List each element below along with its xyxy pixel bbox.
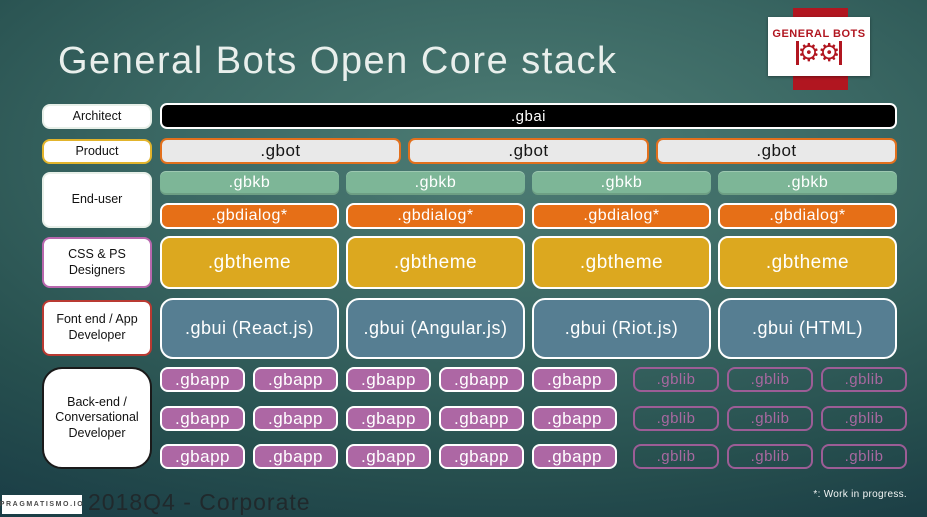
gbapp-block: .gbapp [346, 406, 431, 431]
gbot-block: .gbot [656, 138, 897, 164]
label-product: Product [42, 139, 152, 164]
row-backend-2: .gbapp .gbapp .gbapp .gbapp .gbapp .gblib .gb… [160, 406, 907, 431]
label-frontend-app-developer: Font end / App Developer [42, 300, 152, 356]
gblib-block: .gblib [633, 406, 719, 431]
gbdialog-block: .gbdialog* [160, 203, 339, 229]
gbapp-block: .gbapp [439, 406, 524, 431]
row-backend-3: .gbapp .gbapp .gbapp .gbapp .gbapp .gblib .gb… [160, 444, 907, 469]
row-gbai: .gbai [160, 103, 897, 129]
logo-text: GENERAL BOTS [772, 27, 866, 40]
gbui-block: .gbui (React.js) [160, 298, 339, 359]
gbtheme-block: .gbtheme [718, 236, 897, 289]
gblib-block: .gblib [633, 444, 719, 469]
gblib-block: .gblib [821, 406, 907, 431]
gbapp-block: .gbapp [346, 367, 431, 392]
gbapp-block: .gbapp [253, 367, 338, 392]
gbot-block: .gbot [408, 138, 649, 164]
gbapp-block: .gbapp [160, 406, 245, 431]
gbapp-block: .gbapp [253, 406, 338, 431]
gbdialog-block: .gbdialog* [346, 203, 525, 229]
gbapp-block: .gbapp [532, 444, 617, 469]
gbkb-block: .gbkb [718, 171, 897, 195]
gbkb-block: .gbkb [346, 171, 525, 195]
row-gbdialog: .gbdialog* .gbdialog* .gbdialog* .gbdialog* [160, 203, 897, 229]
label-end-user: End-user [42, 172, 152, 228]
gbui-block: .gbui (Angular.js) [346, 298, 525, 359]
row-gbtheme: .gbtheme .gbtheme .gbtheme .gbtheme [160, 236, 897, 289]
row-gbui: .gbui (React.js) .gbui (Angular.js) .gbui … [160, 298, 897, 359]
pragmatismo-brand-box: PRAGMATISMO.IO [0, 495, 83, 514]
label-backend-conversational-developer: Back-end / Conversational Developer [42, 367, 152, 469]
row-gbot: .gbot .gbot .gbot [160, 138, 897, 164]
gbtheme-block: .gbtheme [532, 236, 711, 289]
row-backend-1: .gbapp .gbapp .gbapp .gbapp .gbapp .gblib .gb… [160, 367, 907, 392]
gblib-block: .gblib [633, 367, 719, 392]
gbapp-block: .gbapp [160, 367, 245, 392]
gbapp-block: .gbapp [439, 444, 524, 469]
gear-icon: ⚙ [797, 38, 820, 67]
gear-icon: ⚙ [818, 38, 841, 67]
label-architect: Architect [42, 104, 152, 129]
gbapp-block: .gbapp [346, 444, 431, 469]
gbtheme-block: .gbtheme [160, 236, 339, 289]
gbapp-block: .gbapp [532, 367, 617, 392]
gbapp-block: .gbapp [253, 444, 338, 469]
gbapp-block: .gbapp [439, 367, 524, 392]
gbapp-block: .gbapp [532, 406, 617, 431]
footer-caption: 2018Q4 - Corporate [88, 489, 311, 515]
gbapp-block: .gbapp [160, 444, 245, 469]
gblib-block: .gblib [727, 367, 813, 392]
page-title: General Bots Open Core stack [58, 40, 618, 82]
gears-icon: ⚙ ⚙ [795, 38, 843, 67]
gblib-block: .gblib [727, 444, 813, 469]
gbkb-block: .gbkb [160, 171, 339, 195]
gblib-block: .gblib [821, 444, 907, 469]
gbdialog-block: .gbdialog* [718, 203, 897, 229]
gbkb-block: .gbkb [532, 171, 711, 195]
gbui-block: .gbui (Riot.js) [532, 298, 711, 359]
gbot-block: .gbot [160, 138, 401, 164]
work-in-progress-footnote: *: Work in progress. [813, 489, 907, 500]
gbtheme-block: .gbtheme [346, 236, 525, 289]
gbdialog-block: .gbdialog* [532, 203, 711, 229]
gbui-block: .gbui (HTML) [718, 298, 897, 359]
gbai-block: .gbai [160, 103, 897, 129]
gblib-block: .gblib [821, 367, 907, 392]
label-css-ps-designers: CSS & PS Designers [42, 237, 152, 288]
gblib-block: .gblib [727, 406, 813, 431]
row-gbkb: .gbkb .gbkb .gbkb .gbkb [160, 171, 897, 195]
gear-bar-right [839, 41, 843, 65]
general-bots-logo: GENERAL BOTS ⚙ ⚙ [768, 17, 870, 76]
